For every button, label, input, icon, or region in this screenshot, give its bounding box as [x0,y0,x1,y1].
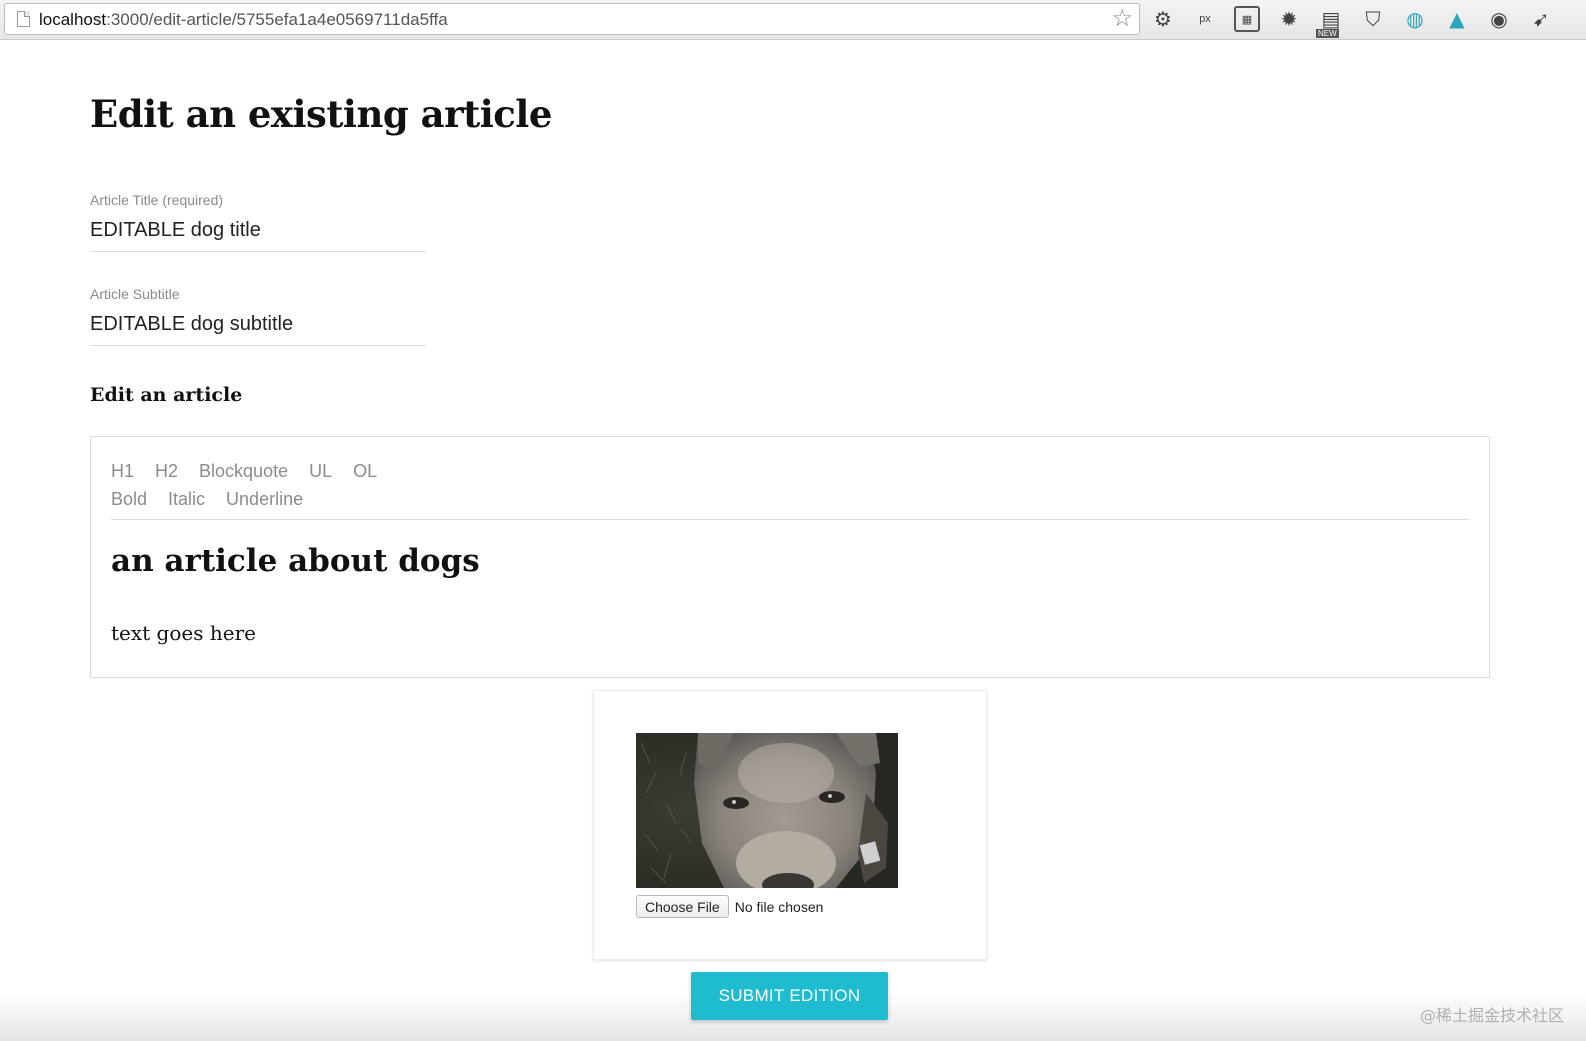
ol-button[interactable]: OL [353,461,377,482]
blockquote-button[interactable]: Blockquote [199,461,288,482]
image-upload-card: Choose File No file chosen [593,690,987,960]
bold-button[interactable]: Bold [111,489,147,510]
choose-file-button[interactable]: Choose File [636,895,729,918]
new-badge: NEW [1316,29,1339,38]
underline-button[interactable]: Underline [226,489,303,510]
extension-icons: ⚙ px ▦ ✹ ▤ NEW ⛉ ◍ ▲ ◉ ➹ [1150,4,1570,38]
address-bar[interactable]: localhost:3000/edit-article/5755efa1a4e0… [4,3,1140,35]
browser-toolbar: localhost:3000/edit-article/5755efa1a4e0… [0,0,1586,40]
earth-icon[interactable]: ◉ [1486,6,1512,32]
content-paragraph[interactable]: text goes here [111,621,1469,645]
title-field-label: Article Title (required) [90,192,224,208]
bird-icon[interactable]: ➹ [1528,6,1554,32]
editor-toolbar: H1 H2 Blockquote UL OL Bold Italic Under… [111,457,1469,520]
url-text[interactable]: localhost:3000/edit-article/5755efa1a4e0… [39,10,448,30]
submit-edition-button[interactable]: SUBMIT EDITION [691,972,888,1020]
page-title: Edit an existing article [90,92,552,136]
px-ruler-icon[interactable]: px [1192,6,1218,32]
bookmark-star-icon[interactable]: ☆ [1111,6,1133,32]
subtitle-field: Article Subtitle [90,286,426,346]
title-input[interactable] [90,217,426,252]
ul-button[interactable]: UL [309,461,332,482]
h1-button[interactable]: H1 [111,461,134,482]
subtitle-input[interactable] [90,311,426,346]
rich-text-editor: H1 H2 Blockquote UL OL Bold Italic Under… [90,436,1490,678]
angular-icon[interactable]: ▲ [1444,6,1470,32]
editor-content-area[interactable]: an article about dogs text goes here [111,541,1469,645]
bug-icon[interactable]: ✹ [1276,6,1302,32]
file-status: No file chosen [734,898,824,915]
page-icon [17,11,30,27]
subtitle-field-label: Article Subtitle [90,286,180,302]
italic-button[interactable]: Italic [168,489,205,510]
title-field: Article Title (required) [90,192,426,252]
editor-heading: Edit an article [90,384,243,406]
globe-icon[interactable]: ◍ [1402,6,1428,32]
watermark: @稀土掘金技术社区 [1419,1006,1564,1025]
gear-icon[interactable]: ⚙ [1150,6,1176,32]
calendar-new-icon[interactable]: ▤ NEW [1316,6,1344,38]
content-heading[interactable]: an article about dogs [111,541,1469,581]
film-icon[interactable]: ▦ [1234,6,1260,32]
file-picker: Choose File No file chosen [636,895,823,918]
pocket-icon[interactable]: ⛉ [1360,6,1386,32]
dog-photo [636,733,898,888]
h2-button[interactable]: H2 [155,461,178,482]
block-style-row: H1 H2 Blockquote UL OL [111,457,1469,485]
inline-style-row: Bold Italic Underline [111,485,1469,513]
